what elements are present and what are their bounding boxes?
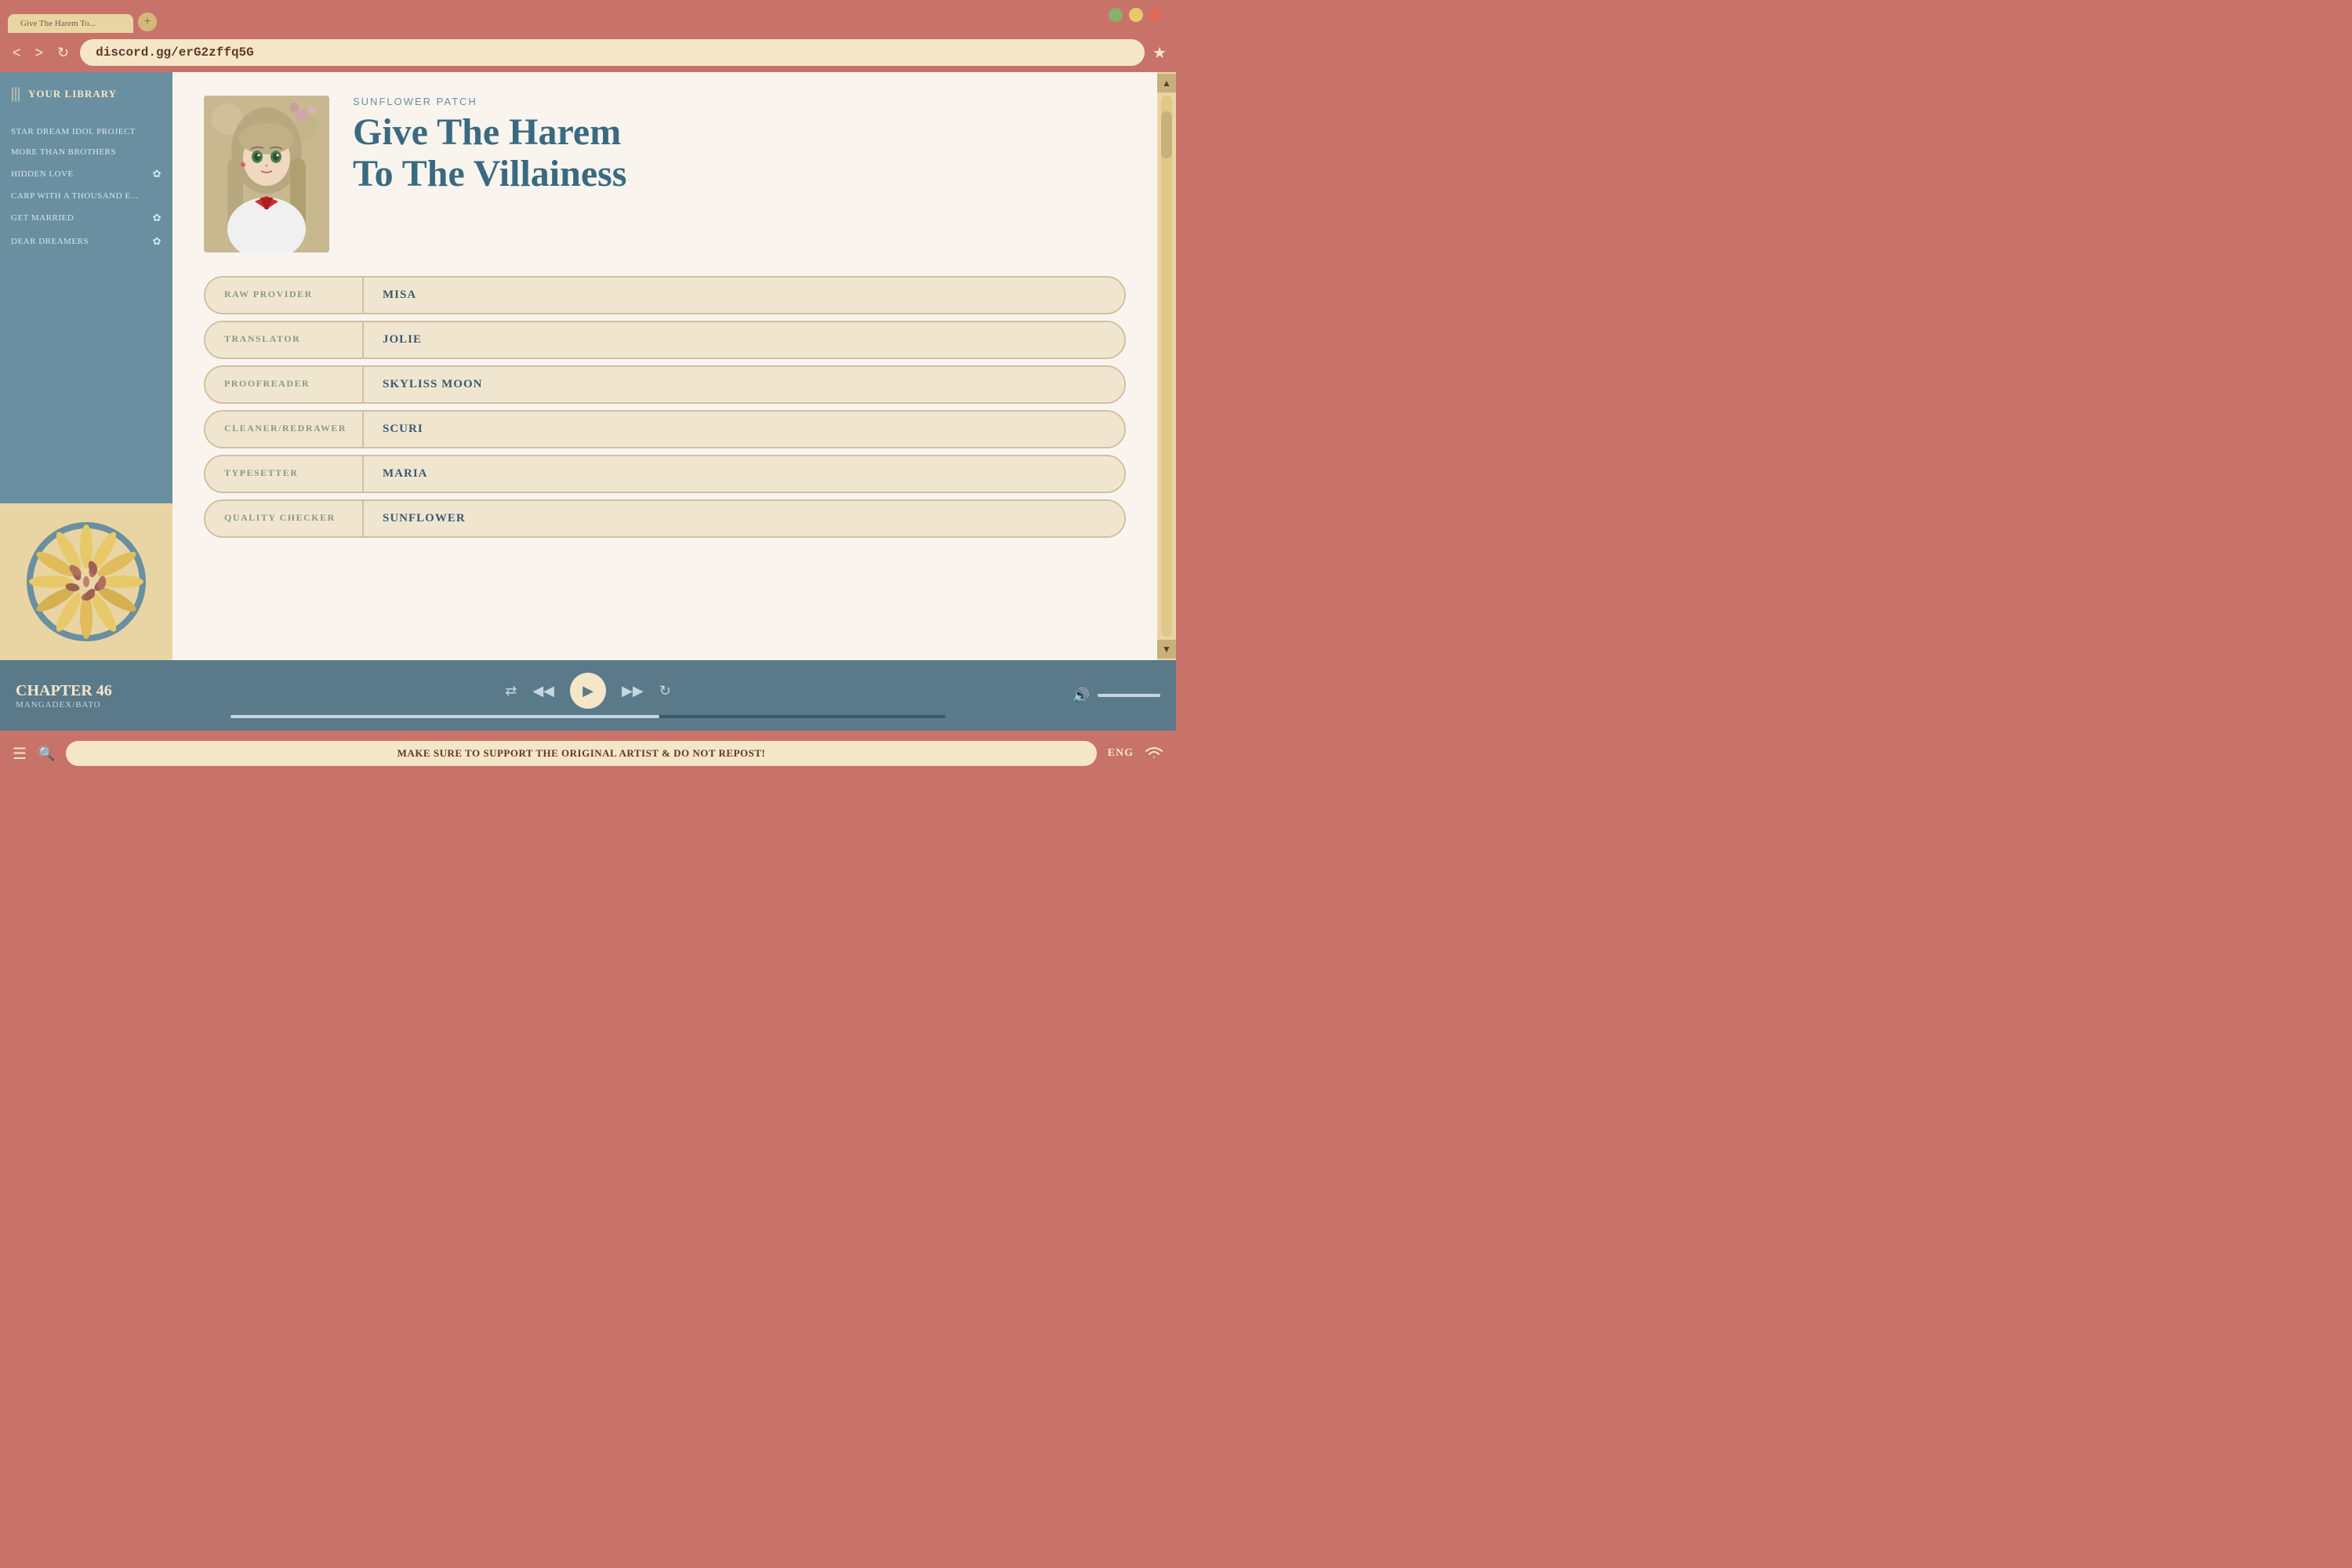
close-button[interactable] — [1149, 8, 1163, 22]
sidebar-item[interactable]: HIDDEN LOVE ✿ — [0, 162, 172, 186]
volume-icon: 🔊 — [1073, 688, 1090, 704]
active-tab[interactable]: Give The Harem To... — [8, 14, 133, 33]
credit-label: TRANSLATOR — [205, 322, 362, 358]
language-selector[interactable]: ENG — [1108, 747, 1134, 760]
credit-value: MARIA — [364, 456, 1124, 492]
play-icon: ▶ — [583, 683, 593, 699]
nav-bar: < > ↻ discord.gg/erG2zffq5G ★ — [0, 33, 1176, 72]
tab-label: Give The Harem To... — [20, 19, 96, 28]
heart-icon: ✿ — [153, 212, 162, 224]
sidebar-item-label: DEAR DREAMERS — [11, 237, 89, 246]
sidebar-item[interactable]: DEAR DREAMERS ✿ — [0, 230, 172, 253]
minimize-button[interactable] — [1109, 8, 1123, 22]
credit-row-proofreader: PROOFREADER SKYLISS MOON — [204, 365, 1126, 404]
credit-value: SKYLISS MOON — [364, 367, 1124, 402]
sidebar-item[interactable]: GET MARRIED ✿ — [0, 206, 172, 230]
credit-value: MISA — [364, 278, 1124, 313]
credit-row-typesetter: TYPESETTER MARIA — [204, 455, 1126, 493]
heart-icon: ✿ — [153, 235, 162, 248]
chapter-info: CHAPTER 46 MANGADEX/BATO — [16, 682, 141, 710]
sidebar-header: ||| YOUR LIBRARY — [0, 72, 172, 115]
sidebar-item-label: MORE THAN BROTHERS — [11, 147, 116, 157]
credit-value: SCURI — [364, 412, 1124, 447]
bookmark-icon[interactable]: ★ — [1152, 43, 1167, 63]
credit-value: JOLIE — [364, 322, 1124, 358]
content-area: SUNFLOWER PATCH Give The Harem To The Vi… — [172, 72, 1157, 660]
scroll-thumb[interactable] — [1161, 111, 1172, 158]
add-tab-button[interactable]: + — [138, 13, 157, 31]
sidebar-item[interactable]: STAR DREAM IDOL PROJECT — [0, 122, 172, 142]
manga-title: Give The Harem To The Villainess — [353, 112, 1126, 195]
credit-label: RAW PROVIDER — [205, 278, 362, 313]
maximize-button[interactable] — [1129, 8, 1143, 22]
previous-button[interactable]: ◀◀ — [532, 683, 554, 699]
repeat-button[interactable]: ↻ — [659, 683, 671, 699]
scroll-track[interactable] — [1161, 96, 1172, 637]
sunflower-icon — [24, 519, 149, 644]
sidebar-item[interactable]: CARP WITH A THOUSAND E... — [0, 186, 172, 206]
sidebar: ||| YOUR LIBRARY STAR DREAM IDOL PROJECT… — [0, 72, 172, 660]
volume-bar[interactable] — [1098, 694, 1160, 697]
manga-title-line1: Give The Harem — [353, 111, 621, 153]
manga-cover — [204, 96, 329, 252]
credit-label: TYPESETTER — [205, 456, 362, 492]
credits-section: RAW PROVIDER MISA TRANSLATOR JOLIE PROOF… — [204, 276, 1126, 538]
sidebar-item[interactable]: MORE THAN BROTHERS — [0, 142, 172, 162]
wifi-icon — [1145, 744, 1163, 764]
sidebar-list: STAR DREAM IDOL PROJECT MORE THAN BROTHE… — [0, 115, 172, 503]
back-button[interactable]: < — [9, 42, 24, 64]
credit-label: CLEANER/REDRAWER — [205, 412, 362, 447]
scroll-down-button[interactable]: ▼ — [1157, 640, 1176, 659]
credit-row-quality-checker: QUALITY CHECKER SUNFLOWER — [204, 499, 1126, 538]
sidebar-item-label: STAR DREAM IDOL PROJECT — [11, 127, 136, 136]
address-bar[interactable]: discord.gg/erG2zffq5G — [80, 39, 1145, 66]
shuffle-button[interactable]: ⇄ — [505, 683, 517, 699]
manga-info: SUNFLOWER PATCH Give The Harem To The Vi… — [353, 96, 1126, 195]
player-bar: CHAPTER 46 MANGADEX/BATO ⇄ ◀◀ ▶ ▶▶ ↻ 🔊 — [0, 660, 1176, 731]
manga-title-line2: To The Villainess — [353, 153, 626, 194]
credit-row-raw-provider: RAW PROVIDER MISA — [204, 276, 1126, 314]
browser-chrome: Give The Harem To... + < > ↻ discord.gg/… — [0, 0, 1176, 72]
control-buttons: ⇄ ◀◀ ▶ ▶▶ ↻ — [505, 673, 671, 709]
forward-button[interactable]: > — [32, 42, 47, 64]
scroll-up-button[interactable]: ▲ — [1157, 74, 1176, 93]
main-layout: ||| YOUR LIBRARY STAR DREAM IDOL PROJECT… — [0, 72, 1176, 660]
menu-button[interactable]: ☰ — [13, 744, 27, 764]
refresh-button[interactable]: ↻ — [54, 42, 72, 64]
chapter-source: MANGADEX/BATO — [16, 700, 141, 710]
manga-subtitle: SUNFLOWER PATCH — [353, 96, 1126, 107]
credit-value: SUNFLOWER — [364, 501, 1124, 536]
add-tab-icon: + — [143, 15, 151, 29]
sidebar-logo — [0, 503, 172, 660]
sidebar-item-label: GET MARRIED — [11, 213, 74, 223]
library-icon: ||| — [11, 85, 20, 103]
chapter-number: CHAPTER 46 — [16, 682, 141, 700]
manga-header: SUNFLOWER PATCH Give The Harem To The Vi… — [204, 96, 1126, 252]
search-button[interactable]: 🔍 — [38, 746, 55, 762]
sidebar-item-label: HIDDEN LOVE — [11, 169, 74, 179]
credit-label: PROOFREADER — [205, 367, 362, 402]
sidebar-title: YOUR LIBRARY — [28, 88, 117, 100]
tab-bar: Give The Harem To... + — [0, 0, 1176, 33]
window-controls — [1109, 8, 1163, 22]
scrollbar: ▲ ▼ — [1157, 72, 1176, 660]
player-controls: ⇄ ◀◀ ▶ ▶▶ ↻ — [141, 673, 1035, 718]
bottom-notice: MAKE SURE TO SUPPORT THE ORIGINAL ARTIST… — [66, 741, 1096, 766]
play-button[interactable]: ▶ — [570, 673, 606, 709]
volume-section: 🔊 — [1035, 688, 1160, 704]
credit-row-cleaner: CLEANER/REDRAWER SCURI — [204, 410, 1126, 448]
heart-icon: ✿ — [153, 168, 162, 180]
next-button[interactable]: ▶▶ — [622, 683, 644, 699]
sidebar-item-label: CARP WITH A THOUSAND E... — [11, 191, 138, 201]
bottom-bar: ☰ 🔍 MAKE SURE TO SUPPORT THE ORIGINAL AR… — [0, 731, 1176, 776]
credit-row-translator: TRANSLATOR JOLIE — [204, 321, 1126, 359]
progress-bar[interactable] — [230, 715, 946, 718]
progress-fill — [230, 715, 659, 718]
credit-label: QUALITY CHECKER — [205, 501, 362, 536]
